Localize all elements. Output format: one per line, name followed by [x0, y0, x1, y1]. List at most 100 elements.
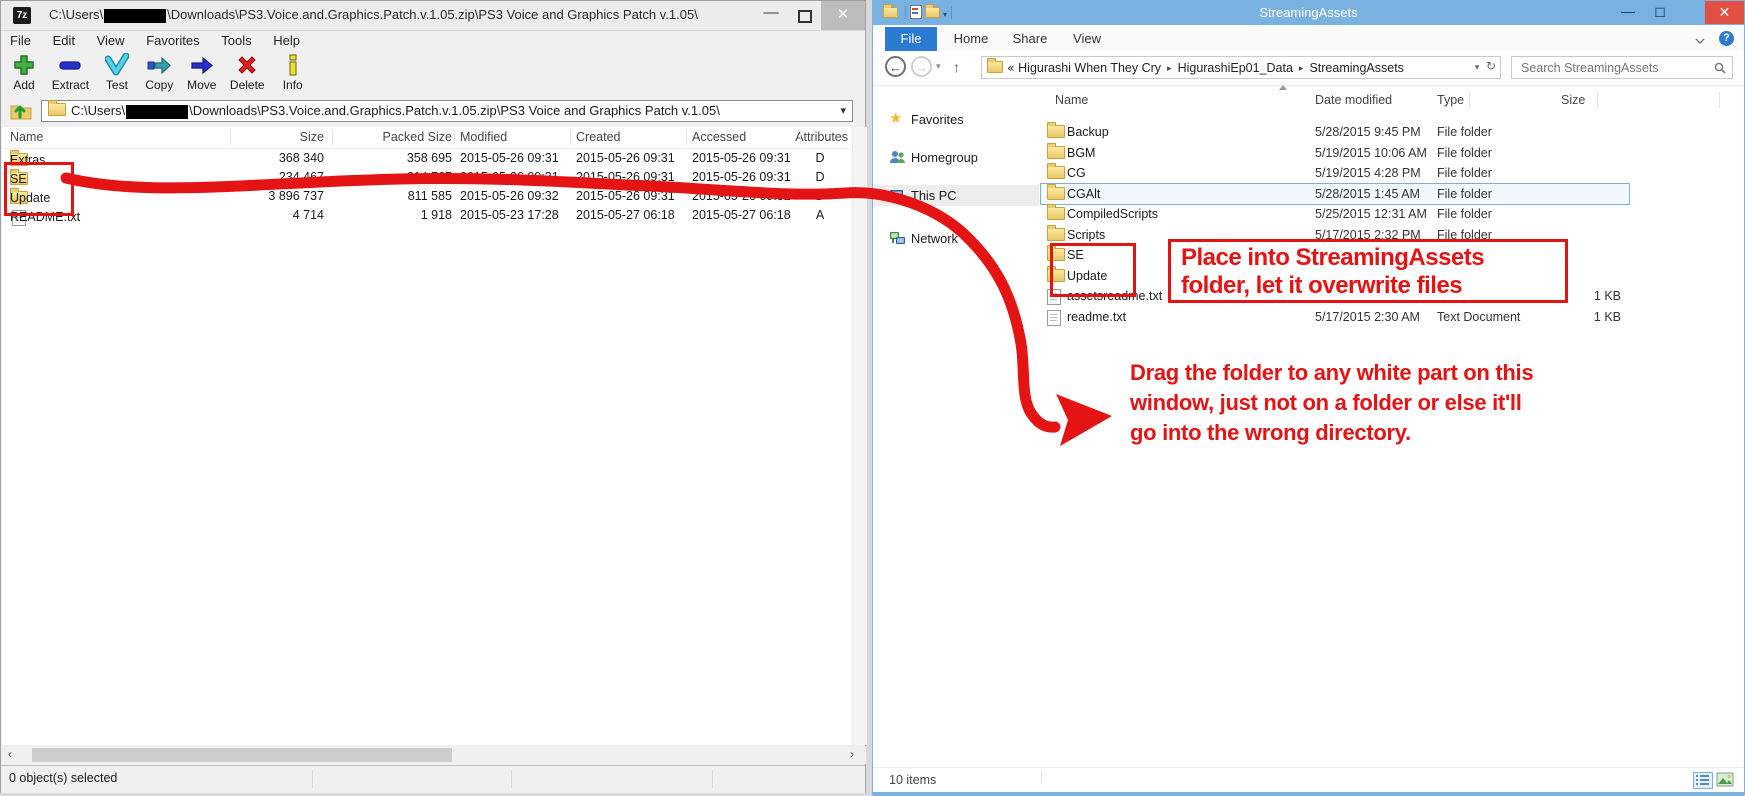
sevenzip-file-list: Name Size Packed Size Modified Created A…: [2, 127, 852, 745]
vertical-scrollbar[interactable]: [852, 127, 867, 745]
table-row[interactable]: README.txt 4 714 1 918 2015-05-23 17:28 …: [2, 206, 852, 225]
minimize-button[interactable]: —: [756, 1, 786, 30]
header-size[interactable]: Size: [232, 130, 324, 144]
menu-view[interactable]: View: [88, 31, 134, 50]
horizontal-scrollbar[interactable]: ‹ ›: [2, 746, 866, 764]
header-type[interactable]: Type: [1437, 93, 1464, 107]
header-name[interactable]: Name: [10, 130, 43, 144]
test-button[interactable]: Test: [98, 53, 136, 92]
recent-pages-icon[interactable]: ▾: [936, 62, 941, 72]
table-row[interactable]: Backup 5/28/2015 9:45 PM File folder: [1041, 122, 1736, 143]
table-row[interactable]: Update 3 896 737 811 585 2015-05-26 09:3…: [2, 187, 852, 206]
redacted-username: [126, 105, 188, 119]
menu-tools[interactable]: Tools: [212, 31, 260, 50]
move-button[interactable]: Move: [183, 53, 221, 92]
back-button[interactable]: ←: [885, 56, 906, 77]
folder-icon: [987, 61, 1003, 73]
sevenzip-titlebar[interactable]: 7z C:\Users\\Downloads\PS3.Voice.and.Gra…: [1, 1, 865, 31]
table-row[interactable]: Scripts 5/17/2015 2:32 PM File folder: [1041, 225, 1736, 246]
add-button[interactable]: Add: [5, 53, 43, 92]
table-row[interactable]: readme.txt 5/17/2015 2:30 AM Text Docume…: [1041, 307, 1736, 328]
breadcrumb-overflow[interactable]: «: [1007, 60, 1015, 75]
breadcrumb-item[interactable]: HigurashiEp01_Data: [1178, 61, 1293, 75]
close-button[interactable]: ✕: [821, 1, 865, 30]
tab-home[interactable]: Home: [945, 27, 997, 51]
forward-button[interactable]: →: [911, 56, 932, 77]
sidebar-item-this-pc[interactable]: This PC: [873, 185, 1039, 206]
header-created[interactable]: Created: [576, 130, 620, 144]
sevenzip-statusbar: 0 object(s) selected: [1, 765, 865, 793]
sort-ascending-icon: [1279, 85, 1287, 90]
cell-name: readme.txt: [1067, 310, 1126, 324]
cell-name: BGM: [1067, 146, 1095, 160]
help-icon[interactable]: ?: [1719, 31, 1734, 46]
close-button[interactable]: ✕: [1705, 1, 1744, 24]
header-attributes[interactable]: Attributes: [762, 130, 848, 144]
table-row[interactable]: SE 234 467 214 565 2015-05-26 09:31 2015…: [2, 168, 852, 187]
search-icon[interactable]: [1714, 62, 1726, 74]
breadcrumb-item[interactable]: Higurashi When They Cry: [1018, 61, 1161, 75]
header-modified[interactable]: Modified: [460, 130, 507, 144]
cell-type: File folder: [1437, 228, 1492, 242]
search-input[interactable]: [1519, 60, 1713, 76]
search-box[interactable]: [1511, 56, 1733, 79]
up-folder-button[interactable]: [9, 101, 35, 123]
breadcrumb[interactable]: « Higurashi When They Cry▸HigurashiEp01_…: [981, 56, 1501, 79]
sidebar-item-homegroup[interactable]: Homegroup: [873, 147, 1039, 168]
redacted-username: [104, 9, 166, 23]
table-row[interactable]: CompiledScripts 5/25/2015 12:31 AM File …: [1041, 204, 1736, 225]
cell-size: 234 467: [232, 170, 324, 184]
expand-ribbon-icon[interactable]: [1695, 33, 1705, 48]
menu-favorites[interactable]: Favorites: [137, 31, 208, 50]
header-date-modified[interactable]: Date modified: [1315, 93, 1392, 107]
extract-button[interactable]: Extract: [47, 53, 93, 92]
header-name[interactable]: Name: [1055, 93, 1088, 107]
refresh-icon[interactable]: ↻: [1486, 59, 1496, 73]
chevron-down-icon[interactable]: ▾: [840, 104, 846, 117]
address-bar[interactable]: C:\Users\\Downloads\PS3.Voice.and.Graphi…: [41, 100, 853, 122]
folder-icon: [48, 103, 66, 116]
move-arrow-icon: [190, 53, 214, 77]
cell-attributes: D: [792, 189, 848, 203]
tab-share[interactable]: Share: [1003, 27, 1057, 51]
cell-packed-size: 811 585: [342, 189, 452, 203]
scroll-right-icon[interactable]: ›: [850, 747, 854, 761]
sevenzip-menubar: File Edit View Favorites Tools Help: [1, 31, 865, 50]
cell-type: File folder: [1437, 166, 1492, 180]
table-row[interactable]: SE: [1041, 245, 1736, 266]
scrollbar-thumb[interactable]: [32, 748, 452, 762]
header-accessed[interactable]: Accessed: [692, 130, 746, 144]
sidebar-item-network[interactable]: Network: [873, 228, 1039, 249]
explorer-titlebar[interactable]: ▾ StreamingAssets — ◻ ✕: [873, 1, 1744, 25]
menu-file[interactable]: File: [1, 31, 40, 50]
info-button[interactable]: Info: [274, 53, 312, 92]
delete-button[interactable]: Delete: [225, 53, 269, 92]
menu-edit[interactable]: Edit: [44, 31, 84, 50]
maximize-button[interactable]: ◻: [1645, 1, 1675, 24]
thumbnail-view-button[interactable]: [1716, 772, 1736, 789]
maximize-button[interactable]: [789, 1, 819, 30]
breadcrumb-item[interactable]: StreamingAssets: [1309, 61, 1403, 75]
minimize-button[interactable]: —: [1613, 1, 1643, 24]
header-packed-size[interactable]: Packed Size: [342, 130, 452, 144]
network-icon: [889, 230, 906, 247]
tab-file[interactable]: File: [885, 27, 937, 51]
sidebar-item-favorites[interactable]: ★ Favorites: [873, 109, 1039, 130]
address-dropdown-icon[interactable]: ▾: [1475, 63, 1480, 73]
header-size[interactable]: Size: [1561, 93, 1585, 107]
table-row[interactable]: assetsreadme.txt Text Document 1 KB: [1041, 286, 1736, 307]
info-icon: [281, 53, 305, 77]
scroll-left-icon[interactable]: ‹: [8, 747, 12, 761]
details-view-button[interactable]: [1693, 772, 1713, 789]
table-row[interactable]: CG 5/19/2015 4:28 PM File folder: [1041, 163, 1736, 184]
table-row[interactable]: BGM 5/19/2015 10:06 AM File folder: [1041, 143, 1736, 164]
table-row[interactable]: Extras 368 340 358 695 2015-05-26 09:31 …: [2, 149, 852, 168]
copy-button[interactable]: Copy: [140, 53, 178, 92]
tab-view[interactable]: View: [1063, 27, 1111, 51]
table-row-selected[interactable]: CGAlt 5/28/2015 1:45 AM File folder: [1041, 184, 1629, 205]
menu-help[interactable]: Help: [264, 31, 309, 50]
cell-created: 2015-05-26 09:31: [576, 151, 675, 165]
up-button[interactable]: ↑: [953, 59, 960, 75]
table-row[interactable]: Update: [1041, 266, 1736, 287]
cell-name: Scripts: [1067, 228, 1105, 242]
